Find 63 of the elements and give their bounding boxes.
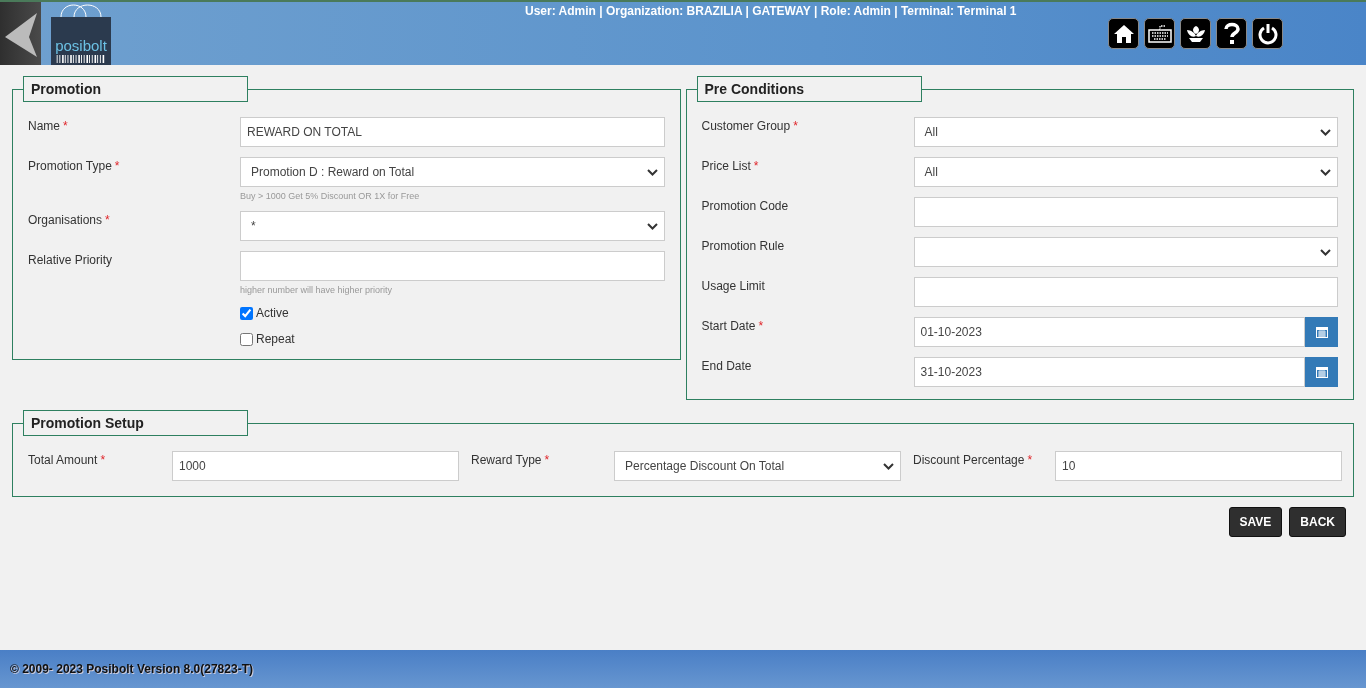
panel-title: Promotion Setup <box>23 410 248 436</box>
calendar-button[interactable] <box>1305 317 1338 347</box>
input-field[interactable]: 10 <box>1055 451 1342 481</box>
field-label: Promotion Code <box>701 198 790 215</box>
panel-title: Pre Conditions <box>696 76 922 102</box>
keyboard-button[interactable] <box>1144 18 1175 49</box>
field-label: Relative Priority <box>28 252 114 269</box>
select-field[interactable] <box>913 237 1338 267</box>
power-button[interactable] <box>1252 18 1283 49</box>
help-icon <box>1222 21 1241 46</box>
date-field[interactable]: 01-10-2023 <box>913 317 1305 347</box>
barcode-icon <box>56 55 106 63</box>
keyboard-icon <box>1147 24 1172 43</box>
date-field[interactable]: 31-10-2023 <box>913 357 1305 387</box>
panel-title: Promotion <box>23 76 248 102</box>
chevron-down-icon <box>646 168 658 176</box>
flower-icon <box>1184 23 1207 44</box>
field-hint: higher number will have higher priority <box>240 285 394 295</box>
input-field[interactable]: 1000 <box>172 451 459 481</box>
checkbox-label: Repeat <box>256 332 295 346</box>
field-label: Promotion Type * <box>28 158 121 175</box>
field-label: Price List * <box>701 158 760 175</box>
input-field[interactable]: REWARD ON TOTAL <box>240 117 665 147</box>
back-button[interactable] <box>0 2 41 65</box>
power-icon <box>1256 22 1279 45</box>
home-icon <box>1112 22 1135 45</box>
field-label: Discount Percentage * <box>912 452 1034 467</box>
field-label: End Date <box>701 358 753 375</box>
copyright-text: © 2009- 2023 Posibolt Version 8.0(27823-T) <box>10 662 253 676</box>
chevron-down-icon <box>883 462 894 470</box>
flower-button[interactable] <box>1180 18 1211 49</box>
input-field[interactable] <box>240 251 665 281</box>
select-field[interactable]: All <box>913 117 1338 147</box>
calendar-icon <box>1315 326 1328 338</box>
select-field[interactable]: * <box>240 211 665 241</box>
user-info: User: Admin | Organization: BRAZILIA | GATEWAY | Role: Admin | Terminal: Terminal 1 <box>525 4 1017 18</box>
save-button[interactable]: SAVE <box>1228 507 1283 537</box>
field-label: Start Date * <box>701 318 765 335</box>
field-label: Total Amount * <box>28 452 107 467</box>
checkbox[interactable] <box>240 306 253 320</box>
select-field[interactable]: All <box>913 157 1338 187</box>
help-button[interactable] <box>1216 18 1247 49</box>
field-label: Name * <box>28 118 69 135</box>
home-button[interactable] <box>1108 18 1139 49</box>
calendar-icon <box>1315 366 1328 378</box>
chevron-down-icon <box>1320 168 1331 176</box>
chevron-down-icon <box>1320 128 1331 136</box>
field-hint: Buy > 1000 Get 5% Discount OR 1X for Free <box>240 191 421 201</box>
chevron-down-icon <box>646 222 658 230</box>
field-label: Reward Type * <box>470 452 551 467</box>
input-field[interactable] <box>913 197 1338 227</box>
field-label: Usage Limit <box>701 278 766 295</box>
field-label: Organisations * <box>28 212 111 229</box>
select-field[interactable]: Percentage Discount On Total <box>614 451 901 481</box>
field-label: Promotion Rule <box>701 238 786 255</box>
checkbox[interactable] <box>240 332 253 346</box>
select-field[interactable]: Promotion D : Reward on Total <box>240 157 665 187</box>
calendar-button[interactable] <box>1305 357 1338 387</box>
back-button[interactable]: BACK <box>1289 507 1346 537</box>
input-field[interactable] <box>913 277 1338 307</box>
checkbox-label: Active <box>256 306 289 320</box>
chevron-down-icon <box>1320 248 1331 256</box>
field-label: Customer Group * <box>701 118 799 135</box>
